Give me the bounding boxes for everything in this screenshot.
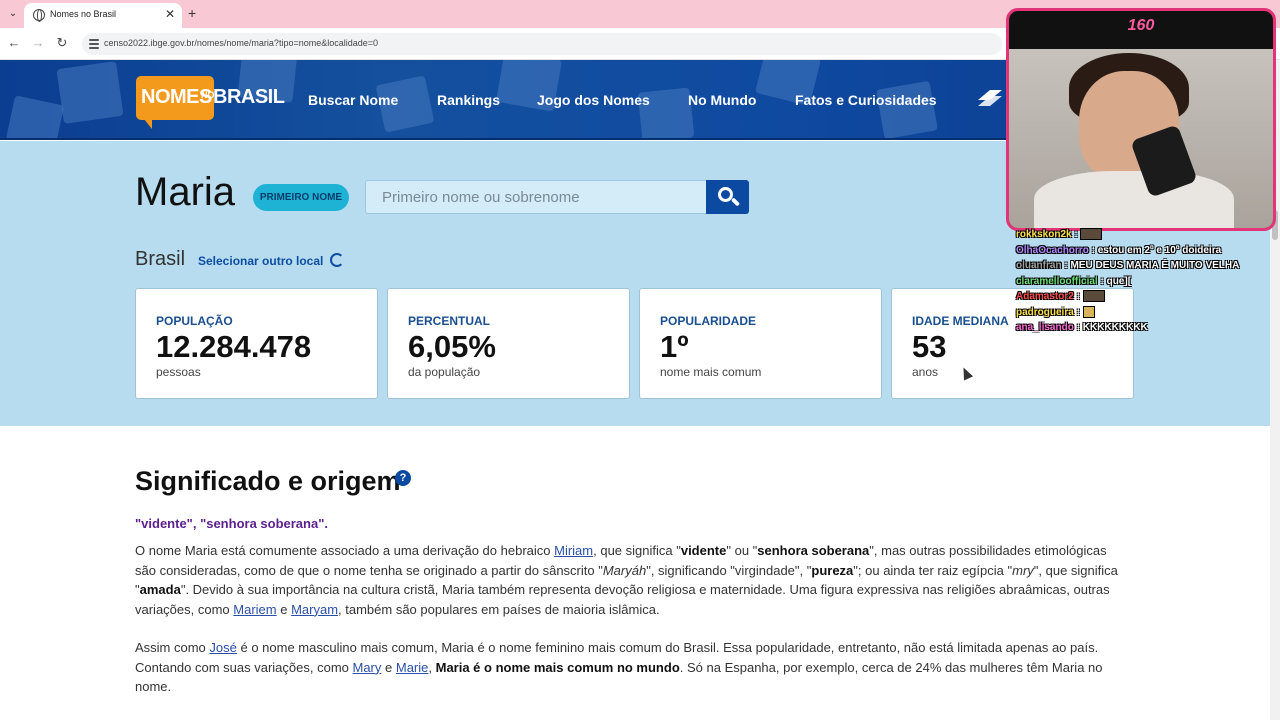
tab-title: Nomes no Brasil xyxy=(50,9,117,19)
webcam-overlay: 160 xyxy=(1006,8,1276,231)
name-search-input[interactable] xyxy=(365,180,707,214)
new-tab-button[interactable]: + xyxy=(188,5,196,21)
chat-message: OlhaOcachorro : estou em 2º e 10º doidei… xyxy=(1016,244,1222,256)
forward-button[interactable]: → xyxy=(29,35,47,50)
chat-message: claramelloofficial : que][ xyxy=(1016,275,1132,287)
chat-overlay: rokkskon2k : OlhaOcachorro : estou em 2º… xyxy=(1016,227,1276,336)
link-marie[interactable]: Marie xyxy=(396,660,429,675)
ibge-icon[interactable] xyxy=(976,88,1004,108)
browser-tab[interactable]: Nomes no Brasil ✕ xyxy=(24,3,182,28)
stat-value: 12.284.478 xyxy=(156,329,312,364)
tab-search-menu-icon[interactable]: ⌄ xyxy=(4,5,22,23)
url-text[interactable]: censo2022.ibge.gov.br/nomes/nome/maria?t… xyxy=(104,38,378,48)
globe-icon xyxy=(33,9,45,22)
chat-message: oluanfran : MEU DEUS MARIA É MUITO VELHA xyxy=(1016,260,1240,271)
stat-sub: anos xyxy=(912,365,939,379)
chat-message: padrogueira : xyxy=(1016,305,1276,321)
name-meaning: "vidente", "senhora soberana". xyxy=(135,516,328,531)
stat-sub: pessoas xyxy=(156,365,201,379)
name-title: Maria xyxy=(135,170,236,214)
stat-label: POPULARIDADE xyxy=(660,314,757,328)
section-title: Significado e origem xyxy=(135,466,401,496)
search-button[interactable] xyxy=(706,180,749,214)
help-icon[interactable]: ? xyxy=(395,470,411,486)
site-settings-icon[interactable] xyxy=(89,39,99,49)
stat-label: POPULAÇÃO xyxy=(156,314,233,328)
stat-label: IDADE MEDIANA xyxy=(912,314,1009,328)
first-name-badge: PRIMEIRO NOME xyxy=(253,184,349,211)
logo-brasil-text: BRASIL xyxy=(213,86,285,108)
nav-no-mundo[interactable]: No Mundo xyxy=(688,92,756,108)
nav-jogo-dos-nomes[interactable]: Jogo dos Nomes xyxy=(537,92,650,108)
link-mariem[interactable]: Mariem xyxy=(233,602,276,617)
stat-value: 53 xyxy=(912,329,947,364)
link-jose[interactable]: José xyxy=(209,640,236,655)
stat-value: 6,05% xyxy=(408,329,496,364)
refresh-icon[interactable] xyxy=(330,253,344,267)
origin-paragraph: O nome Maria está comumente associado a … xyxy=(135,543,1118,617)
popularity-paragraph: Assim como José é o nome masculino mais … xyxy=(135,640,1103,694)
back-button[interactable]: ← xyxy=(5,35,23,50)
url-field[interactable]: censo2022.ibge.gov.br/nomes/nome/maria?t… xyxy=(82,33,1002,55)
nav-buscar-nome[interactable]: Buscar Nome xyxy=(308,92,398,108)
nav-fatos-curiosidades[interactable]: Fatos e Curiosidades xyxy=(795,92,937,108)
chat-message: rokkskon2k : xyxy=(1016,227,1276,243)
chat-message: ana_lisando : KKKKKKKKK xyxy=(1016,322,1148,333)
nav-rankings[interactable]: Rankings xyxy=(437,92,500,108)
stat-card-popularity: POPULARIDADE 1º nome mais comum xyxy=(639,288,882,399)
stat-card-population: POPULAÇÃO 12.284.478 pessoas xyxy=(135,288,378,399)
close-tab-icon[interactable]: ✕ xyxy=(165,7,175,21)
change-location-link[interactable]: Selecionar outro local xyxy=(198,254,323,268)
link-mary[interactable]: Mary xyxy=(353,660,382,675)
location-name: Brasil xyxy=(135,248,186,270)
stat-value: 1º xyxy=(660,329,689,364)
stat-sub: nome mais comum xyxy=(660,365,762,379)
stat-card-percent: PERCENTUAL 6,05% da população xyxy=(387,288,630,399)
stat-sub: da população xyxy=(408,365,481,379)
chat-message: Adamastor2 : xyxy=(1016,289,1276,305)
viewer-counter: 160 xyxy=(1127,17,1155,34)
link-maryam[interactable]: Maryam xyxy=(291,602,338,617)
stat-label: PERCENTUAL xyxy=(408,314,491,328)
link-miriam[interactable]: Miriam xyxy=(554,543,593,558)
screen: ⌄ Nomes no Brasil ✕ + ← → ↻ censo2022.ib… xyxy=(0,0,1280,720)
reload-button[interactable]: ↻ xyxy=(53,35,71,51)
